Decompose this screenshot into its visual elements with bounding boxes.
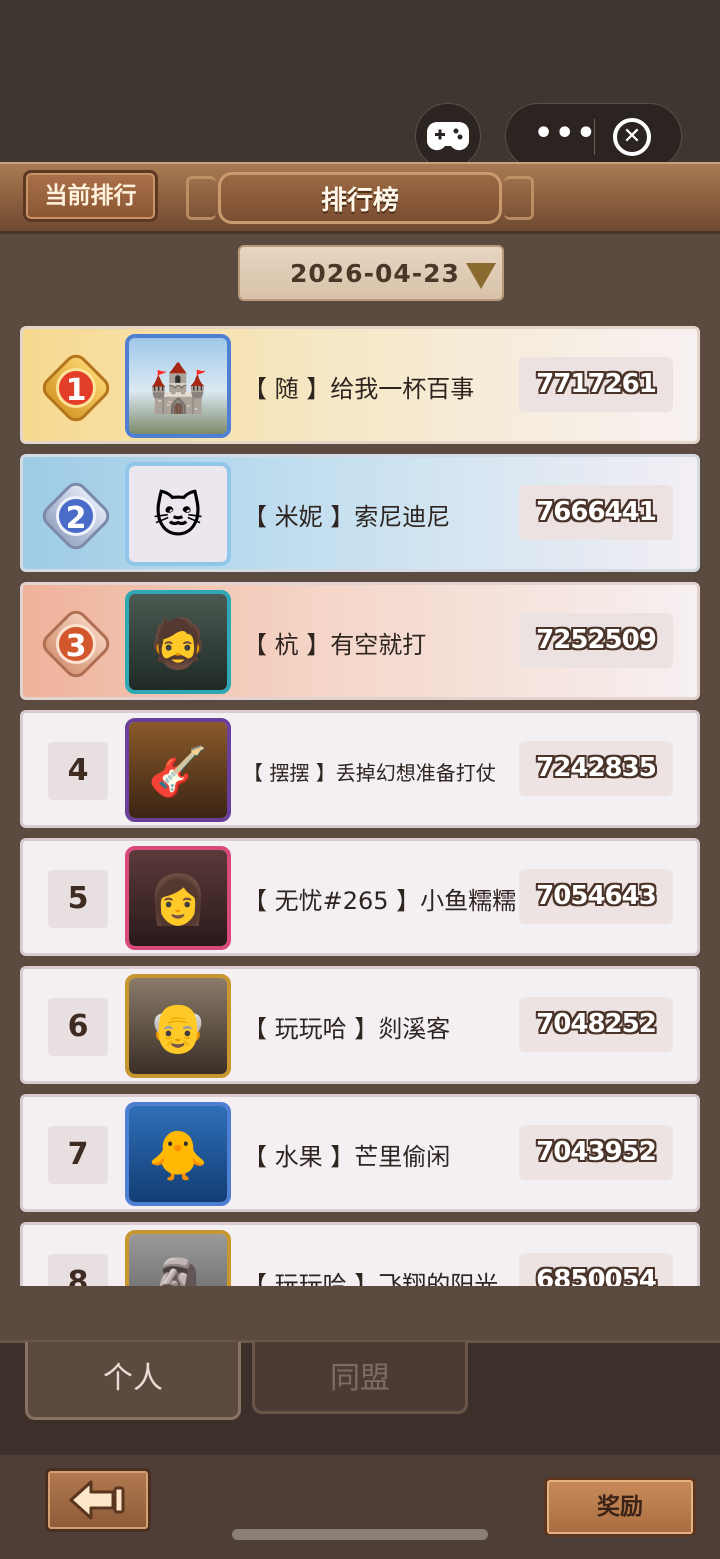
rank-number: 8 (48, 1254, 108, 1286)
rank-number: 3 (56, 624, 96, 664)
castle-icon: 🏰 (148, 360, 208, 416)
avatar[interactable]: 🐱 (125, 462, 231, 566)
reward-button[interactable]: 奖励 (544, 1477, 696, 1537)
chick-icon: 🐥 (148, 1128, 208, 1184)
ranking-row[interactable]: 2 🐱 【 米妮 】索尼迪尼 7666441 (20, 454, 700, 572)
capsule-divider (594, 119, 595, 155)
rank-number: 5 (48, 870, 108, 928)
more-dots-icon[interactable]: ••• (534, 119, 598, 149)
player-score: 7717261 (519, 357, 673, 412)
player-name: 【 玩玩哈 】飞翔的阳光 (243, 1271, 499, 1286)
title-plate: 排行榜 (186, 166, 534, 230)
girl-portrait-icon: 👩 (148, 872, 208, 928)
current-rank-button[interactable]: 当前排行 (23, 170, 158, 222)
player-name: 【 无忧#265 】小鱼糯糯 (243, 887, 517, 915)
player-name: 【 玩玩哈 】剡溪客 (243, 1015, 451, 1043)
player-name: 【 杭 】有空就打 (243, 631, 427, 659)
gamepad-button[interactable] (415, 103, 481, 169)
player-name: 【 随 】给我一杯百事 (243, 375, 475, 403)
ornament-right (504, 176, 534, 220)
player-score: 7043952 (519, 1125, 673, 1180)
ranking-row[interactable]: 3 🧔 【 杭 】有空就打 7252509 (20, 582, 700, 700)
kitty-guitar-icon: 🎸 (148, 744, 208, 800)
player-score: 7048252 (519, 997, 673, 1052)
gold-medal-icon: 1 (37, 349, 115, 427)
warrior-portrait-icon: 🧔 (148, 616, 208, 672)
avatar[interactable]: 👴 (125, 974, 231, 1078)
player-name: 【 水果 】芒里偷闲 (243, 1143, 451, 1171)
player-score: 7252509 (519, 613, 673, 668)
silver-medal-icon: 2 (37, 477, 115, 555)
player-name: 【 米妮 】索尼迪尼 (243, 503, 451, 531)
back-button[interactable] (45, 1468, 151, 1532)
close-icon[interactable]: ✕ (613, 118, 651, 156)
date-value: 2026-04-23 (290, 259, 460, 288)
triangle-down-icon (466, 263, 496, 289)
avatar[interactable]: 🧔 (125, 590, 231, 694)
ranking-row[interactable]: 6 👴 【 玩玩哈 】剡溪客 7048252 (20, 966, 700, 1084)
ornament-left (186, 176, 216, 220)
player-score: 6850054 (519, 1253, 673, 1286)
tab-alliance[interactable]: 同盟 (252, 1342, 468, 1414)
player-score: 7666441 (519, 485, 673, 540)
player-score: 7242835 (519, 741, 673, 796)
player-name: 【 摆摆 】丢掉幻想准备打仗 (243, 761, 496, 785)
rank-number: 1 (56, 368, 96, 408)
avatar[interactable]: 🗿 (125, 1230, 231, 1286)
bronze-medal-icon: 3 (37, 605, 115, 683)
rank-number: 6 (48, 998, 108, 1056)
avatar[interactable]: 🏰 (125, 334, 231, 438)
old-man-portrait-icon: 👴 (148, 1000, 208, 1056)
home-indicator (232, 1529, 488, 1540)
mini-program-capsule: ••• ✕ (505, 103, 682, 169)
avatar[interactable]: 👩 (125, 846, 231, 950)
ranking-row[interactable]: 1 🏰 【 随 】给我一杯百事 7717261 (20, 326, 700, 444)
avatar[interactable]: 🎸 (125, 718, 231, 822)
rank-number: 7 (48, 1126, 108, 1184)
ranking-row[interactable]: 5 👩 【 无忧#265 】小鱼糯糯 7054643 (20, 838, 700, 956)
ranking-list[interactable]: 1 🏰 【 随 】给我一杯百事 7717261 2 🐱 【 米妮 】索尼迪尼 7… (0, 318, 720, 1286)
tab-personal[interactable]: 个人 (25, 1342, 241, 1420)
date-selector[interactable]: 2026-04-23 (238, 245, 504, 301)
page-title: 排行榜 (320, 185, 399, 216)
ranking-row[interactable]: 8 🗿 【 玩玩哈 】飞翔的阳光 6850054 (20, 1222, 700, 1286)
gamepad-icon (427, 122, 469, 151)
statue-portrait-icon: 🗿 (148, 1256, 208, 1286)
player-score: 7054643 (519, 869, 673, 924)
ranking-row[interactable]: 4 🎸 【 摆摆 】丢掉幻想准备打仗 7242835 (20, 710, 700, 828)
rank-number: 4 (48, 742, 108, 800)
cat-icon: 🐱 (152, 488, 204, 544)
rank-number: 2 (56, 496, 96, 536)
avatar[interactable]: 🐥 (125, 1102, 231, 1206)
ranking-row[interactable]: 7 🐥 【 水果 】芒里偷闲 7043952 (20, 1094, 700, 1212)
back-arrow-icon (69, 1480, 125, 1520)
